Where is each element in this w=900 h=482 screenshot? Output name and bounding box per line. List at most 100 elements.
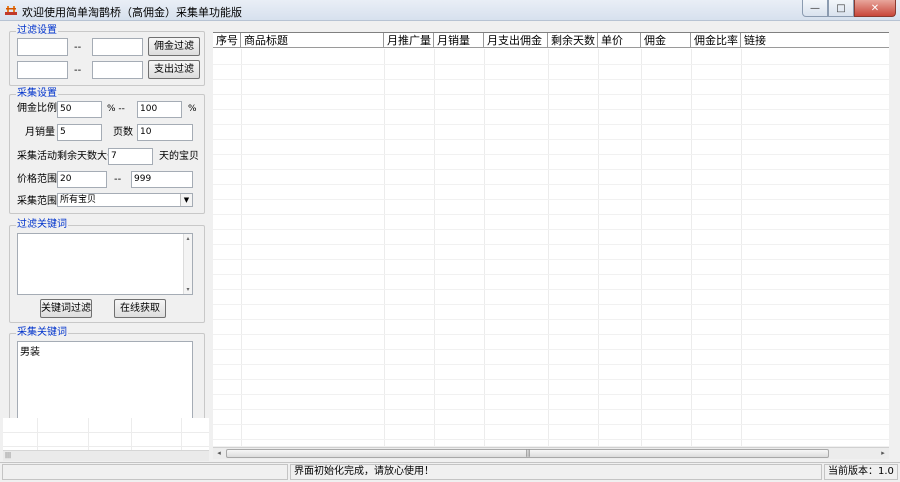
online-fetch-button[interactable]: 在线获取: [114, 299, 166, 318]
commission-ratio-suffix: %: [188, 104, 197, 114]
commission-ratio-max-input[interactable]: 100: [137, 101, 182, 118]
scroll-left-icon[interactable]: ◂: [213, 448, 225, 459]
status-bar: 界面初始化完成，请放心使用！ 当前版本：1.0: [0, 462, 900, 482]
commission-ratio-min-input[interactable]: 50: [57, 101, 102, 118]
commission-range-separator: --: [74, 42, 82, 53]
expense-min-input[interactable]: [17, 61, 68, 79]
maximize-button[interactable]: □: [828, 0, 854, 17]
scroll-up-icon[interactable]: ▴: [184, 234, 192, 243]
grid-row-line: [213, 424, 889, 425]
column-header-monthly-promotion[interactable]: 月推广量: [384, 33, 434, 48]
maximize-icon: □: [836, 2, 846, 14]
grid-row-line: [213, 304, 889, 305]
status-pane-left: [2, 464, 288, 480]
scroll-down-icon[interactable]: ▾: [184, 285, 192, 294]
grid-row-line: [213, 259, 889, 260]
filter-keywords-textarea[interactable]: ▴ ▾: [17, 233, 193, 295]
remaining-days-label: 采集活动剩余天数大于: [17, 151, 117, 162]
window-title: 欢迎使用简单淘鹊桥（高佣金）采集单功能版: [22, 6, 242, 19]
grid-row-line: [213, 244, 889, 245]
version-label: 当前版本：1.0: [824, 464, 898, 480]
minimize-icon: —: [810, 2, 820, 14]
column-header-unit-price[interactable]: 单价: [598, 33, 641, 48]
commission-max-input[interactable]: [92, 38, 143, 56]
price-range-separator: --: [114, 174, 122, 185]
grid-row-line: [213, 409, 889, 410]
collect-settings-legend: 采集设置: [16, 88, 58, 100]
monthly-sales-input[interactable]: 5: [57, 124, 102, 141]
filter-keywords-scrollbar[interactable]: ▴ ▾: [183, 234, 192, 294]
grid-row-line: [213, 154, 889, 155]
grid-row-line: [213, 169, 889, 170]
grid-row-line: [213, 109, 889, 110]
collect-keywords-legend: 采集关键词: [16, 327, 68, 339]
column-header-commission-rate[interactable]: 佣金比率: [691, 33, 741, 48]
pages-label: 页数: [113, 127, 133, 138]
scroll-thumb[interactable]: |||: [226, 449, 829, 458]
grid-row-line: [213, 94, 889, 95]
status-message: 界面初始化完成，请放心使用！: [290, 464, 822, 480]
commission-min-input[interactable]: [17, 38, 68, 56]
app-icon: [5, 6, 17, 15]
title-bar: 欢迎使用简单淘鹊桥（高佣金）采集单功能版 — □ ✕: [0, 0, 900, 21]
price-range-label: 价格范围: [17, 174, 57, 185]
commission-ratio-separator: % --: [107, 104, 125, 114]
scope-dropdown[interactable]: 所有宝贝 ▼: [57, 193, 193, 207]
left-ghost-grid: [3, 418, 209, 450]
column-header-monthly-commission[interactable]: 月支出佣金: [484, 33, 548, 48]
left-horizontal-scrollbar[interactable]: |||: [3, 450, 209, 461]
column-header-remaining-days[interactable]: 剩余天数: [548, 33, 598, 48]
monthly-sales-label: 月销量: [25, 127, 55, 138]
column-header-commission[interactable]: 佣金: [641, 33, 691, 48]
scroll-left-icon[interactable]: |||: [3, 451, 13, 461]
grid-row-line: [213, 289, 889, 290]
filter-settings-legend: 过滤设置: [16, 25, 58, 37]
price-max-input[interactable]: 999: [131, 171, 193, 188]
window-controls: — □ ✕: [802, 0, 896, 18]
expense-max-input[interactable]: [92, 61, 143, 79]
results-grid[interactable]: 序号 商品标题 月推广量 月销量 月支出佣金 剩余天数 单价 佣金 佣金比率 链…: [213, 32, 889, 446]
scope-label: 采集范围: [17, 196, 57, 207]
column-header-title[interactable]: 商品标题: [241, 33, 384, 48]
grid-row-line: [213, 199, 889, 200]
remaining-days-input[interactable]: 7: [108, 148, 153, 165]
grid-row-line: [213, 214, 889, 215]
chevron-down-icon[interactable]: ▼: [180, 194, 192, 206]
close-button[interactable]: ✕: [854, 0, 896, 17]
collect-keywords-text: 男装: [20, 347, 40, 358]
grid-row-line: [213, 439, 889, 440]
grid-row-line: [213, 184, 889, 185]
grid-row-line: [213, 79, 889, 80]
keyword-filter-button[interactable]: 关键词过滤: [40, 299, 92, 318]
price-min-input[interactable]: 20: [57, 171, 107, 188]
filter-keywords-legend: 过滤关键词: [16, 219, 68, 231]
grid-header-row: 序号 商品标题 月推广量 月销量 月支出佣金 剩余天数 单价 佣金 佣金比率 链…: [213, 33, 889, 48]
commission-ratio-label: 佣金比例: [17, 103, 57, 114]
expense-filter-button[interactable]: 支出过滤: [148, 60, 200, 79]
scope-selected-value: 所有宝贝: [60, 195, 97, 205]
column-header-monthly-sales[interactable]: 月销量: [434, 33, 484, 48]
grid-row-line: [213, 229, 889, 230]
grid-row-line: [213, 274, 889, 275]
column-header-index[interactable]: 序号: [213, 33, 241, 48]
commission-filter-button[interactable]: 佣金过滤: [148, 37, 200, 56]
grid-row-line: [213, 334, 889, 335]
expense-range-separator: --: [74, 65, 82, 76]
grid-row-line: [213, 394, 889, 395]
grip-icon: |||: [525, 449, 530, 457]
grid-horizontal-scrollbar[interactable]: ◂ ||| ▸: [213, 447, 889, 459]
column-header-link[interactable]: 链接: [741, 33, 889, 48]
grid-row-line: [213, 139, 889, 140]
minimize-button[interactable]: —: [802, 0, 828, 17]
grid-row-line: [213, 64, 889, 65]
pages-input[interactable]: 10: [137, 124, 193, 141]
grid-row-line: [213, 124, 889, 125]
grid-row-line: [213, 349, 889, 350]
close-icon: ✕: [870, 2, 880, 14]
scroll-right-icon[interactable]: ▸: [877, 448, 889, 459]
remaining-days-suffix: 天的宝贝: [159, 151, 199, 162]
collect-keywords-textarea[interactable]: 男装: [17, 341, 193, 421]
grid-row-line: [213, 319, 889, 320]
grid-row-line: [213, 364, 889, 365]
grid-row-line: [213, 379, 889, 380]
